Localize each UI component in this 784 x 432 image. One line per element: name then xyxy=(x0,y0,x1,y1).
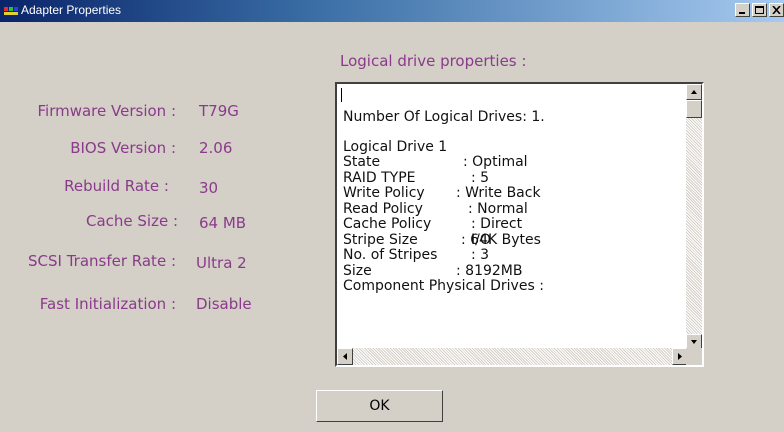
ok-button-label: OK xyxy=(369,398,390,414)
arrow-left-icon xyxy=(343,353,347,360)
adapter-properties-window: Adapter Properties Firmware Version : T7… xyxy=(0,0,784,432)
window-title: Adapter Properties xyxy=(21,3,122,17)
bios-version-label: BIOS Version : xyxy=(70,139,176,157)
scsi-transfer-rate-value: Ultra 2 xyxy=(196,254,247,272)
property-row: Size: 8192MB xyxy=(343,262,523,279)
property-row: Stripe Size: 64K Bytes xyxy=(343,231,541,248)
property-row: Cache Policy: Direct I/O xyxy=(343,216,523,248)
arrow-right-icon xyxy=(678,353,682,360)
drive-title-line: Logical Drive 1 xyxy=(343,138,448,155)
component-drives-line: Component Physical Drives : xyxy=(343,278,544,294)
horizontal-scrollbar[interactable] xyxy=(337,348,688,365)
close-icon xyxy=(772,6,781,14)
scrollbar-corner xyxy=(686,348,702,365)
close-button[interactable] xyxy=(769,3,784,17)
fast-initialization-value: Disable xyxy=(196,295,252,313)
title-bar[interactable]: Adapter Properties xyxy=(0,0,784,22)
ok-button[interactable]: OK xyxy=(316,390,443,422)
firmware-version-label: Firmware Version : xyxy=(37,102,177,120)
maximize-button[interactable] xyxy=(752,3,767,17)
logical-drive-heading: Logical drive properties : xyxy=(340,52,527,70)
rebuild-rate-value: 30 xyxy=(199,179,219,197)
minimize-button[interactable] xyxy=(735,3,750,17)
arrow-up-icon xyxy=(691,90,697,94)
horizontal-scroll-track[interactable] xyxy=(353,348,672,365)
property-row: Write Policy: Write Back xyxy=(343,185,541,201)
fast-initialization-label: Fast Initialization : xyxy=(39,295,176,313)
vertical-scrollbar[interactable] xyxy=(686,84,702,350)
firmware-version-value: T79G xyxy=(199,102,239,120)
text-caret xyxy=(341,88,342,102)
drive-count-line: Number Of Logical Drives: 1. xyxy=(343,109,545,125)
maximize-icon xyxy=(755,6,764,14)
arrow-down-icon xyxy=(691,340,697,344)
property-row: No. of Stripes: 3 xyxy=(343,247,490,263)
app-icon xyxy=(4,7,18,15)
scsi-transfer-rate-label: SCSI Transfer Rate : xyxy=(27,252,176,270)
minimize-icon xyxy=(739,12,745,14)
cache-size-label: Cache Size : xyxy=(85,212,178,230)
property-row: RAID TYPE: 5 xyxy=(343,169,490,186)
bios-version-value: 2.06 xyxy=(199,139,233,157)
scroll-left-button[interactable] xyxy=(337,348,353,365)
vertical-scroll-thumb[interactable] xyxy=(686,100,702,118)
property-row: Read Policy: Normal xyxy=(343,200,528,217)
cache-size-value: 64 MB xyxy=(199,214,247,232)
logical-drive-text: Number Of Logical Drives: 1. Logical Dri… xyxy=(343,109,545,295)
property-row: State: Optimal xyxy=(343,154,528,170)
logical-drive-textbox[interactable]: Number Of Logical Drives: 1. Logical Dri… xyxy=(335,82,704,367)
rebuild-rate-label: Rebuild Rate : xyxy=(64,177,169,195)
scroll-up-button[interactable] xyxy=(686,84,702,100)
